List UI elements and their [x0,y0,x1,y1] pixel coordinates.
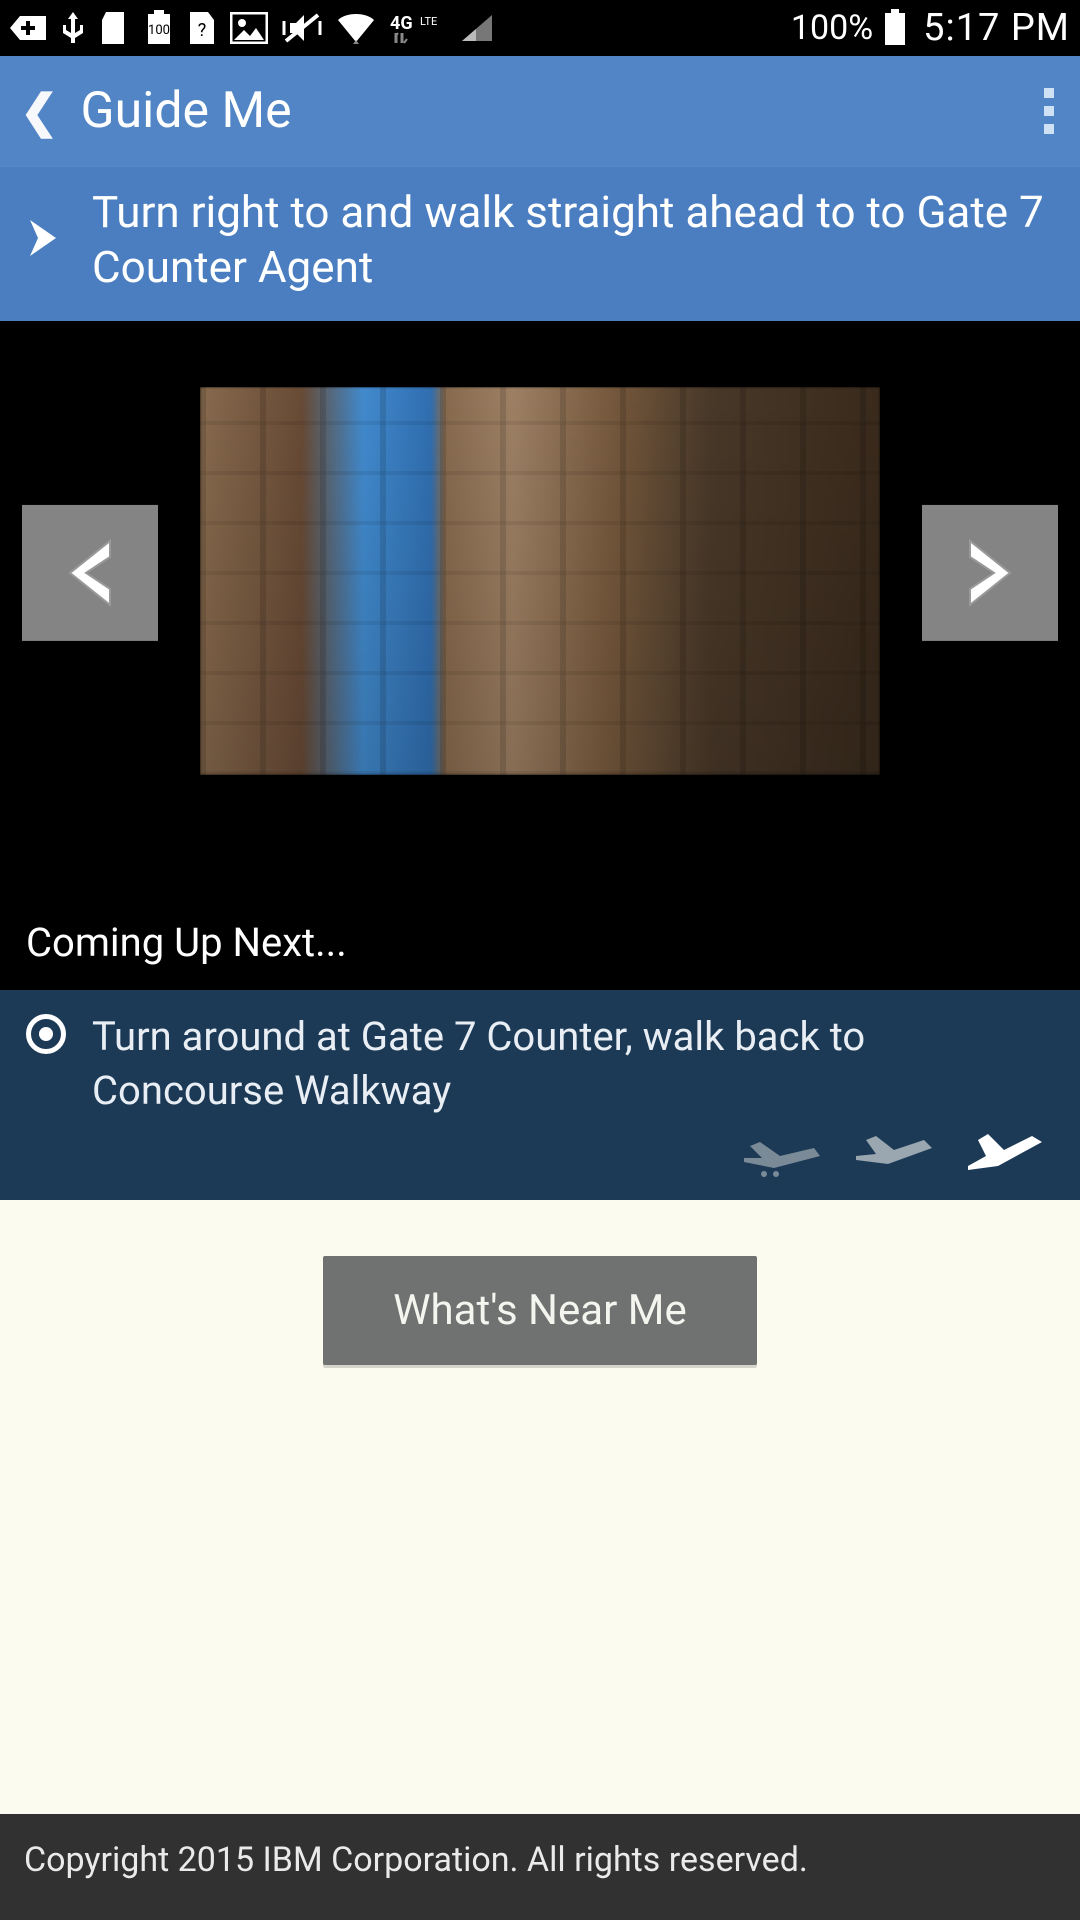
wifi-icon [336,12,376,44]
next-step-text: Turn around at Gate 7 Counter, walk back… [92,1010,1054,1118]
back-button[interactable]: ❮ [20,84,59,139]
photo-carousel [0,321,1080,901]
overflow-dot-icon [1044,88,1054,98]
battery-100-icon: 100 [144,10,174,46]
coming-up-heading: Coming Up Next... [0,901,1080,990]
svg-text:?: ? [198,20,207,41]
plane-departing-icon [960,1130,1050,1184]
carousel-prev-button[interactable] [22,505,158,641]
current-instruction-banner: Turn right to and walk straight ahead to… [0,166,1080,321]
status-bar: 100 ? 4G LTE 100% [0,0,1080,56]
whats-near-me-button[interactable]: What's Near Me [323,1256,756,1365]
app-title: Guide Me [81,82,292,140]
plane-icons-row [26,1130,1054,1184]
plane-cruising-icon [850,1130,940,1184]
next-step-radio-icon [26,1014,66,1054]
unknown-file-icon: ? [188,10,216,46]
overflow-menu-button[interactable] [1038,78,1060,144]
battery-percent-text: 100% [791,8,873,48]
signal-icon [460,13,494,43]
current-instruction-text: Turn right to and walk straight ahead to… [92,185,1056,295]
waypoint-photo [200,387,880,775]
overflow-dot-icon [1044,124,1054,134]
carousel-next-button[interactable] [922,505,1058,641]
vibrate-mute-icon [282,11,322,45]
svg-text:LTE: LTE [420,15,437,28]
status-clock: 5:17 PM [923,6,1070,50]
app-bar: ❮ Guide Me [0,56,1080,166]
svg-text:4G: 4G [390,13,413,34]
plane-arriving-icon [740,1130,830,1184]
direction-right-icon [24,214,68,266]
footer-copyright: Copyright 2015 IBM Corporation. All righ… [0,1814,1080,1920]
svg-text:100: 100 [148,23,170,38]
network-4g-lte-icon: 4G LTE [390,11,446,45]
usb-icon [60,10,86,46]
overflow-dot-icon [1044,106,1054,116]
battery-full-icon [883,9,907,47]
near-me-section: What's Near Me [0,1200,1080,1814]
sd-card-icon [100,10,130,46]
status-add-icon [10,13,46,43]
next-step-panel[interactable]: Turn around at Gate 7 Counter, walk back… [0,990,1080,1200]
picture-icon [230,12,268,44]
